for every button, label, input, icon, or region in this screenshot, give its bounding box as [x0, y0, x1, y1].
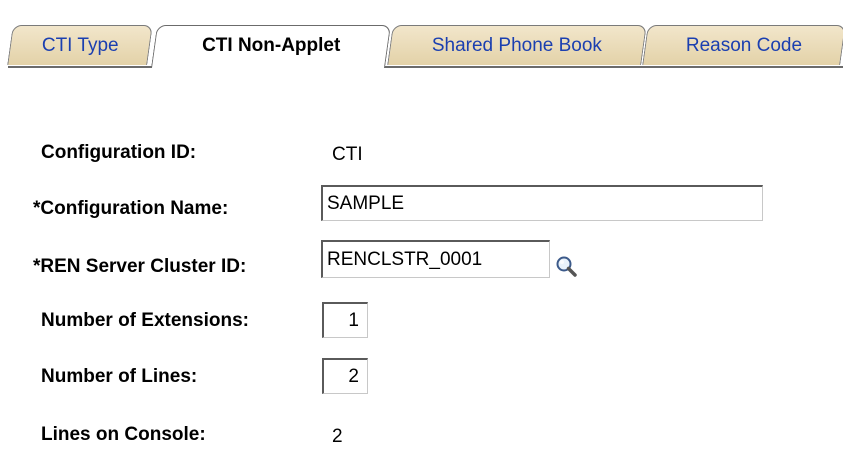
- tab-cti-type[interactable]: CTI Type: [7, 25, 153, 65]
- ren-server-cluster-id-label: *REN Server Cluster ID:: [33, 256, 247, 277]
- configuration-name-label: *Configuration Name:: [33, 198, 229, 219]
- number-of-lines-field[interactable]: [322, 358, 368, 394]
- number-of-extensions-field[interactable]: [322, 302, 368, 338]
- tab-cti-non-applet[interactable]: CTI Non-Applet: [150, 25, 392, 68]
- tab-reason-code[interactable]: Reason Code: [642, 25, 843, 65]
- tab-label: CTI Type: [41, 35, 119, 56]
- magnifier-icon[interactable]: [553, 254, 579, 280]
- lines-on-console-label: Lines on Console:: [41, 424, 206, 445]
- tab-divider: [8, 66, 843, 68]
- number-of-lines-label: Number of Lines:: [41, 366, 198, 387]
- lines-on-console-value: 2: [332, 426, 343, 447]
- tab-label: Reason Code: [685, 35, 802, 56]
- configuration-id-value: CTI: [332, 144, 363, 165]
- tab-label: Shared Phone Book: [431, 35, 602, 56]
- configuration-id-label: Configuration ID:: [41, 142, 197, 163]
- tab-shared-phone-book[interactable]: Shared Phone Book: [387, 25, 647, 65]
- tab-label: CTI Non-Applet: [201, 35, 341, 56]
- number-of-extensions-label: Number of Extensions:: [41, 310, 249, 331]
- ren-server-cluster-id-field[interactable]: [321, 240, 550, 278]
- configuration-name-field[interactable]: [321, 185, 763, 221]
- page-tabs: CTI Type CTI Non-Applet Shared Phone Boo…: [7, 25, 843, 68]
